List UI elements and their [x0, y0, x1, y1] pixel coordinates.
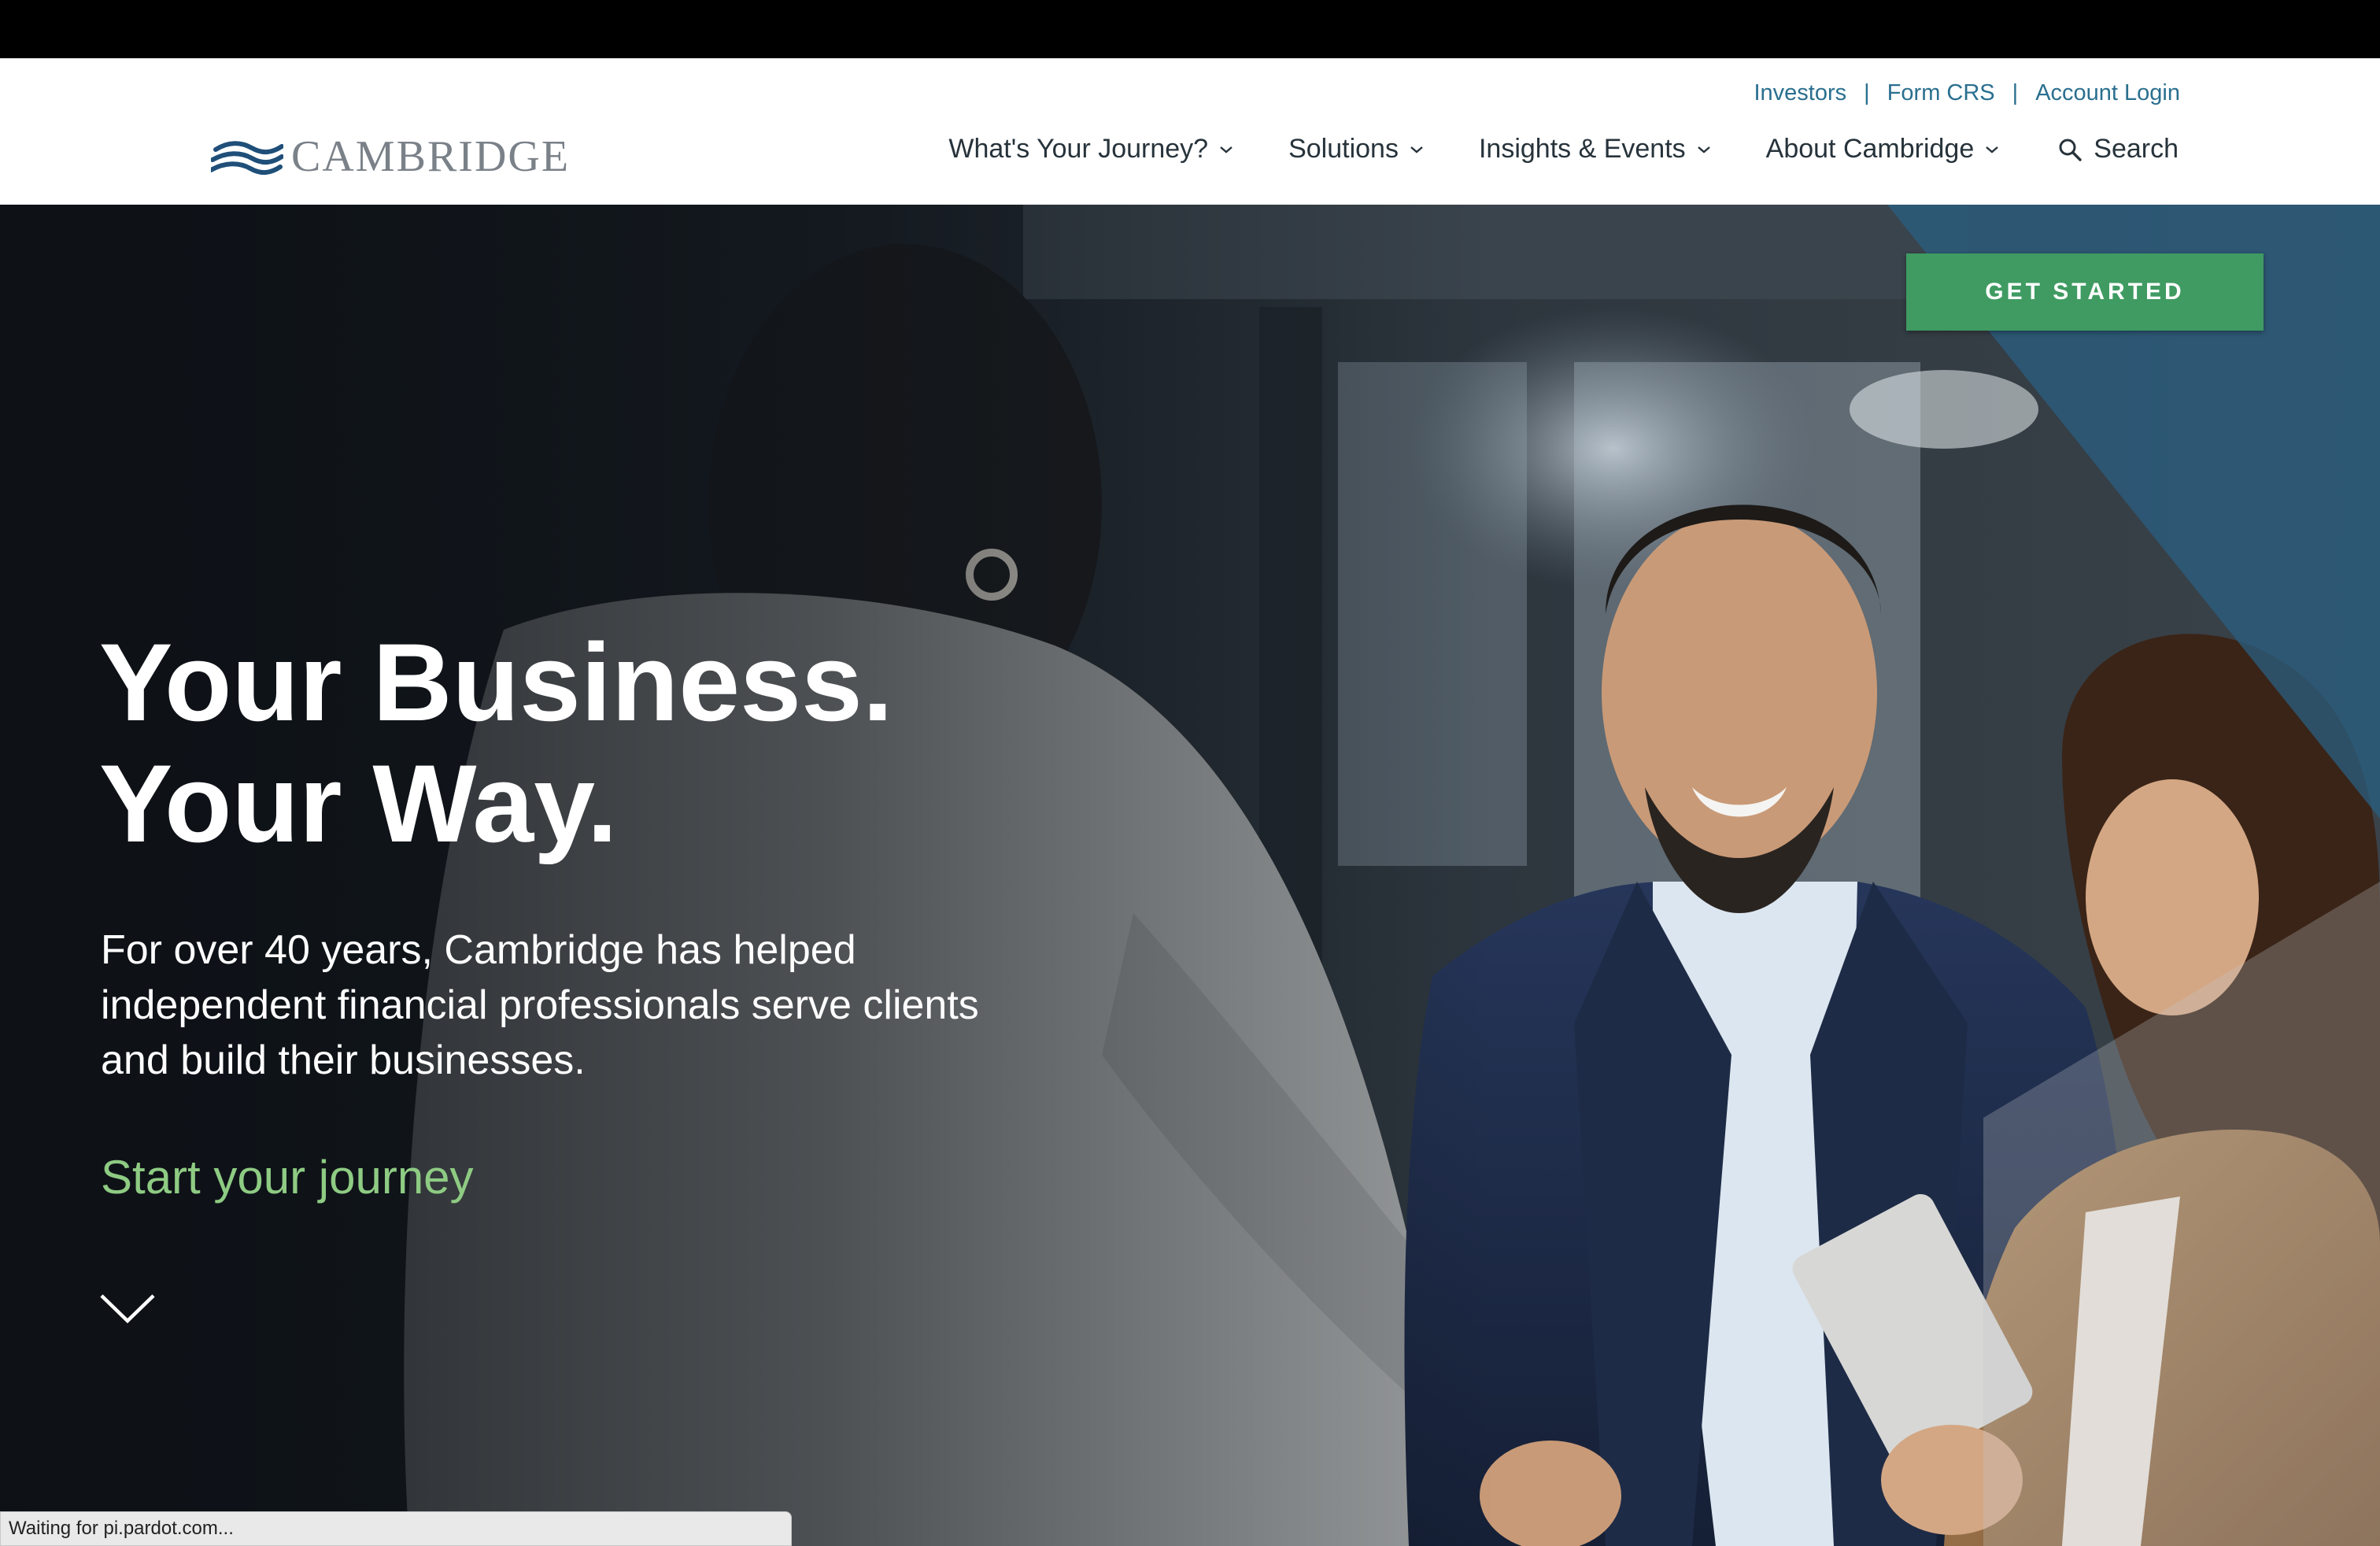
browser-status-bar: Waiting for pi.pardot.com... — [0, 1511, 792, 1546]
nav-item-whats-your-journey[interactable]: What's Your Journey? — [948, 134, 1233, 165]
nav-item-label: Insights & Events — [1478, 134, 1686, 164]
search-button[interactable]: Search — [2057, 134, 2179, 165]
cambridge-wave-logo-icon — [211, 141, 283, 175]
search-label: Search — [2094, 134, 2179, 164]
hero-background-image — [0, 205, 2380, 1546]
hero-headline: Your Business. Your Way. — [99, 622, 1044, 864]
chevron-down-icon — [1220, 146, 1232, 153]
chevron-down-icon — [1410, 146, 1423, 153]
account-login-link[interactable]: Account Login — [2035, 80, 2180, 106]
logo-text: CAMBRIDGE — [291, 132, 571, 181]
site-header: CAMBRIDGE Investors | Form CRS | Account… — [0, 58, 2380, 205]
hero-headline-line-2: Your Way. — [99, 742, 618, 865]
start-your-journey-link[interactable]: Start your journey — [101, 1154, 474, 1201]
browser-top-strip — [0, 0, 2380, 58]
cambridge-logo[interactable]: CAMBRIDGE — [211, 128, 570, 186]
nav-item-label: Solutions — [1288, 134, 1399, 164]
nav-item-label: What's Your Journey? — [948, 134, 1209, 164]
utility-separator: | — [1864, 80, 1870, 105]
utility-separator: | — [2012, 80, 2019, 105]
scroll-down-button[interactable] — [99, 1293, 156, 1330]
form-crs-link[interactable]: Form CRS — [1887, 80, 1995, 106]
search-icon — [2059, 139, 2082, 161]
nav-item-insights-events[interactable]: Insights & Events — [1479, 134, 1711, 165]
hero-subtext: For over 40 years, Cambridge has helped … — [101, 927, 979, 1083]
nav-item-solutions[interactable]: Solutions — [1288, 134, 1424, 165]
investors-link[interactable]: Investors — [1754, 80, 1846, 106]
main-nav: What's Your Journey? Solutions Insights … — [948, 134, 2179, 165]
get-started-button[interactable]: GET STARTED — [1906, 253, 2264, 331]
scroll-down-chevron-icon — [100, 1294, 155, 1324]
chevron-down-icon — [1986, 146, 1999, 153]
chevron-down-icon — [1697, 146, 1710, 153]
nav-item-about-cambridge[interactable]: About Cambridge — [1766, 134, 2000, 165]
hero-headline-line-1: Your Business. — [99, 620, 893, 744]
hero-section: GET STARTED Your Business. Your Way. For… — [0, 205, 2380, 1546]
utility-nav: Investors | Form CRS | Account Login — [1754, 80, 2180, 106]
browser-page: CAMBRIDGE Investors | Form CRS | Account… — [0, 0, 2380, 1546]
nav-item-label: About Cambridge — [1765, 134, 1975, 164]
